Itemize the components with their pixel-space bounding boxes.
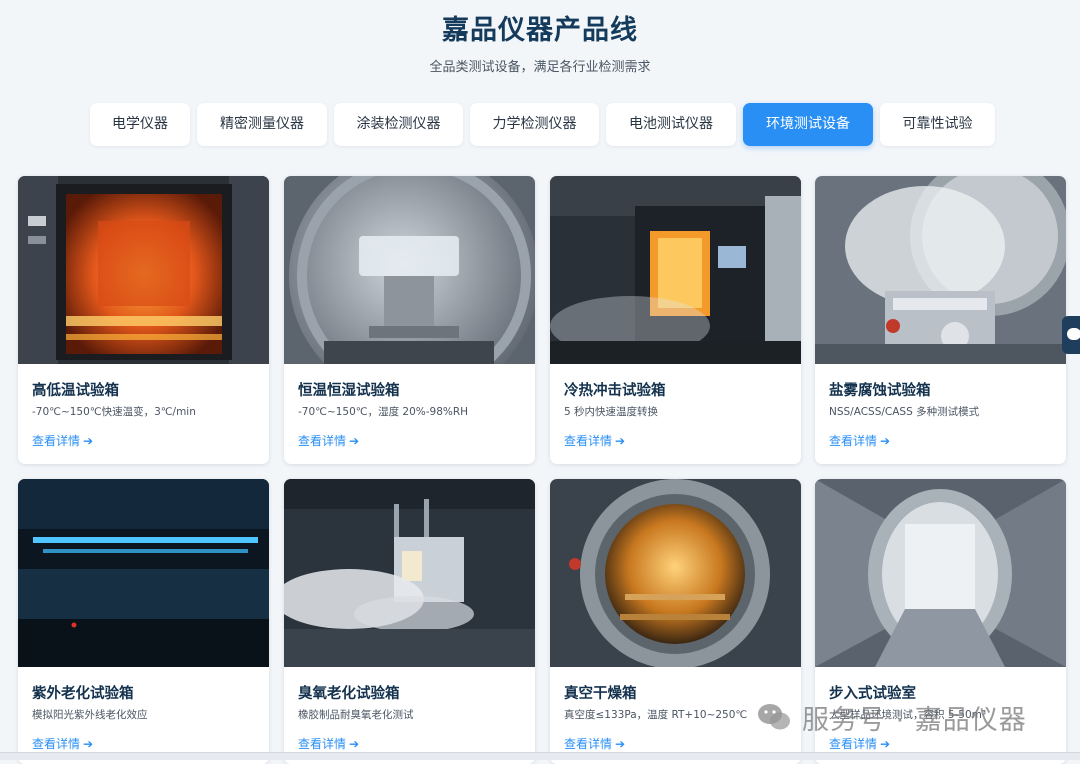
view-details-link[interactable]: 查看详情 ➔ [564,432,625,449]
product-description: -70℃~150℃，湿度 20%-98%RH [298,406,469,418]
product-description: 真空度≤133Pa，温度 RT+10~250℃ [564,709,748,721]
arrow-right-icon: ➔ [880,434,891,448]
watermark: 服务号 · 嘉品仪器 [756,697,1027,737]
furnace-chamber-image [18,176,269,364]
link-label: 查看详情 [564,737,613,751]
tab-coating-inspection[interactable]: 涂装检测仪器 [334,103,463,146]
product-card[interactable]: 恒温恒湿试验箱 -70℃~150℃，湿度 20%-98%RH 查看详情 ➔ [284,176,535,464]
product-card[interactable]: 臭氧老化试验箱 橡胶制品耐臭氧老化测试 查看详情 ➔ [284,479,535,764]
page-subtitle: 全品类测试设备，满足各行业检测需求 [429,60,651,75]
salt-spray-image [815,176,1066,364]
tab-precision-measurement[interactable]: 精密测量仪器 [197,103,327,146]
product-title: 真空干燥箱 [564,686,637,702]
wechat-icon [758,704,790,730]
product-title: 恒温恒湿试验箱 [298,383,400,399]
product-card[interactable]: 紫外老化试验箱 模拟阳光紫外线老化效应 查看详情 ➔ [18,479,269,764]
link-label: 查看详情 [298,737,347,751]
product-description: 橡胶制品耐臭氧老化测试 [298,709,414,721]
walk-in-room-image [815,479,1066,667]
page-title: 嘉品仪器产品线 [442,15,638,46]
product-title: 高低温试验箱 [32,383,119,399]
watermark-text: 服务号 · 嘉品仪器 [802,704,1027,736]
chat-icon [1067,328,1080,340]
product-description: 模拟阳光紫外线老化效应 [32,709,148,721]
view-details-link[interactable]: 查看详情 ➔ [32,432,93,449]
link-label: 查看详情 [298,434,347,448]
arrow-right-icon: ➔ [615,737,626,751]
ozone-aging-image [284,479,535,667]
arrow-right-icon: ➔ [349,737,360,751]
tab-mechanical-testing[interactable]: 力学检测仪器 [470,103,599,146]
link-label: 查看详情 [564,434,613,448]
product-title: 臭氧老化试验箱 [298,686,400,702]
tab-electrical[interactable]: 电学仪器 [90,103,190,146]
product-title: 盐雾腐蚀试验箱 [829,383,931,399]
uv-aging-image [18,479,269,667]
link-label: 查看详情 [829,737,878,751]
product-description: NSS/ACSS/CASS 多种测试模式 [829,406,980,418]
arrow-right-icon: ➔ [615,434,626,448]
tab-environmental-testing[interactable]: 环境测试设备 [743,103,873,146]
link-label: 查看详情 [829,434,878,448]
product-title: 紫外老化试验箱 [32,686,134,702]
view-details-link[interactable]: 查看详情 ➔ [298,432,359,449]
product-card[interactable]: 盐雾腐蚀试验箱 NSS/ACSS/CASS 多种测试模式 查看详情 ➔ [815,176,1066,464]
view-details-link[interactable]: 查看详情 ➔ [564,735,625,752]
arrow-right-icon: ➔ [83,737,94,751]
view-details-link[interactable]: 查看详情 ➔ [32,735,93,752]
category-tabs: 电学仪器 精密测量仪器 涂装检测仪器 力学检测仪器 电池测试仪器 环境测试设备 … [0,103,1080,147]
link-label: 查看详情 [32,737,81,751]
tab-reliability-testing[interactable]: 可靠性试验 [880,103,995,146]
tab-battery-testing[interactable]: 电池测试仪器 [606,103,736,146]
thermal-shock-image [550,176,801,364]
link-label: 查看详情 [32,434,81,448]
product-description: -70℃~150℃快速温变，3℃/min [32,406,196,418]
product-card[interactable]: 冷热冲击试验箱 5 秒内快速温度转换 查看详情 ➔ [550,176,801,464]
arrow-right-icon: ➔ [880,737,891,751]
arrow-right-icon: ➔ [83,434,94,448]
product-card[interactable]: 高低温试验箱 -70℃~150℃快速温变，3℃/min 查看详情 ➔ [18,176,269,464]
view-details-link[interactable]: 查看详情 ➔ [829,432,890,449]
arrow-right-icon: ➔ [349,434,360,448]
vacuum-oven-image [550,479,801,667]
humidity-chamber-image [284,176,535,364]
product-description: 5 秒内快速温度转换 [564,406,659,418]
view-details-link[interactable]: 查看详情 ➔ [829,735,890,752]
product-title: 冷热冲击试验箱 [564,383,666,399]
view-details-link[interactable]: 查看详情 ➔ [298,735,359,752]
chat-float-button[interactable] [1062,316,1080,354]
